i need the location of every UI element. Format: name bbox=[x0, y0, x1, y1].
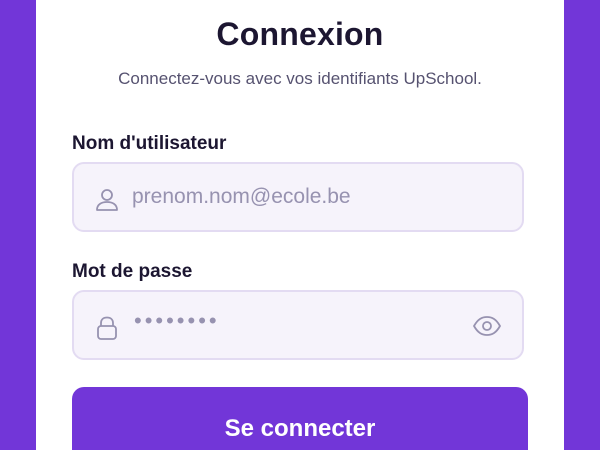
login-button[interactable]: Se connecter bbox=[72, 387, 528, 450]
username-field[interactable]: prenom.nom@ecole.be bbox=[72, 162, 524, 232]
eye-icon[interactable] bbox=[472, 314, 502, 338]
login-button-label: Se connecter bbox=[224, 415, 376, 442]
page-subtitle: Connectez-vous avec vos identifiants UpS… bbox=[118, 69, 482, 88]
password-masked-value: •••••••• bbox=[134, 308, 220, 333]
username-placeholder: prenom.nom@ecole.be bbox=[132, 185, 351, 208]
password-label: Mot de passe bbox=[72, 261, 193, 282]
password-field[interactable]: •••••••• bbox=[72, 290, 524, 360]
page-title: Connexion bbox=[216, 16, 384, 52]
username-label: Nom d'utilisateur bbox=[72, 133, 227, 154]
user-icon bbox=[96, 189, 118, 211]
login-card: Connexion Connectez-vous avec vos identi… bbox=[36, 0, 564, 450]
lock-icon bbox=[97, 316, 117, 340]
